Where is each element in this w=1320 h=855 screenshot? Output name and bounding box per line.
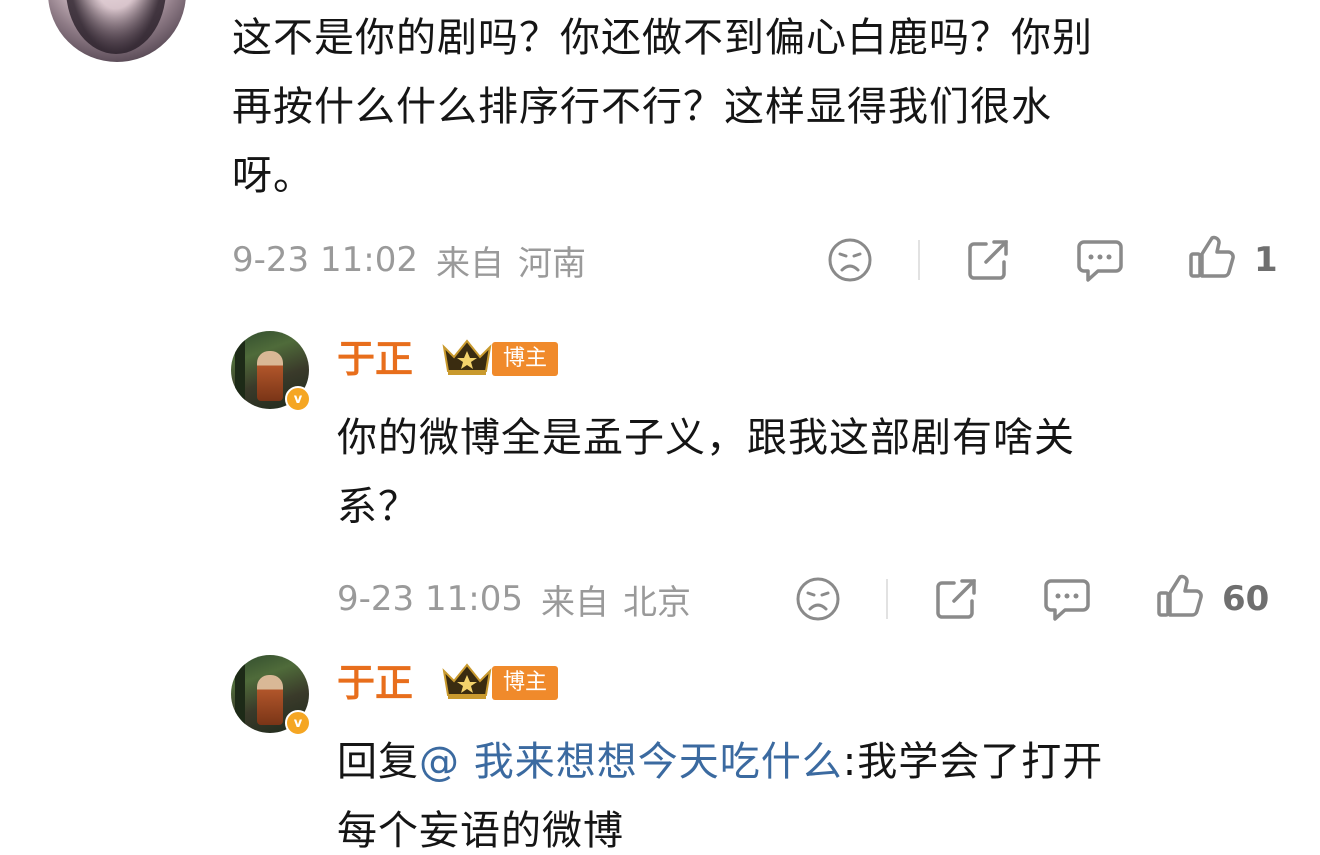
comment-location: 北京 <box>622 582 691 623</box>
share-icon[interactable] <box>932 575 980 623</box>
sad-face-icon[interactable] <box>794 575 842 623</box>
comment-body: 你的微博全是孟子义，跟我这部剧有啥关 系？ <box>337 404 1237 542</box>
comment-line: 回复@ 我来想想今天吃什么:我学会了打开 <box>337 728 1267 797</box>
comment-thread: 这不是你的剧吗？你还做不到偏心白鹿吗？你别 再按什么什么排序行不行？这样显得我们… <box>0 0 1320 855</box>
thumbs-up-icon[interactable] <box>1156 573 1204 621</box>
sad-face-icon[interactable] <box>826 236 874 284</box>
avatar-image <box>235 661 245 727</box>
comment-meta: 9-23 11:05 来自 北京 <box>337 574 691 624</box>
share-icon[interactable] <box>964 236 1012 284</box>
action-divider <box>886 579 888 619</box>
comment-location: 河南 <box>517 243 586 284</box>
comment-line: 呀。 <box>232 153 314 199</box>
comment-icon[interactable] <box>1076 238 1124 284</box>
comment-time: 9-23 11:05 <box>337 579 523 619</box>
comment-line: 你的微博全是孟子义，跟我这部剧有啥关 <box>337 415 1075 461</box>
comment-body: 这不是你的剧吗？你还做不到偏心白鹿吗？你别 再按什么什么排序行不行？这样显得我们… <box>232 4 1292 211</box>
crown-icon <box>442 663 492 699</box>
comment-line: 系？ <box>337 484 419 530</box>
reply-prefix: 回复 <box>337 739 419 785</box>
action-divider <box>918 240 920 280</box>
comment-body: 回复@ 我来想想今天吃什么:我学会了打开 每个妄语的微博 <box>337 728 1267 855</box>
username[interactable]: 于正 <box>337 658 413 708</box>
like-count: 60 <box>1222 579 1270 619</box>
thumbs-up-icon[interactable] <box>1188 234 1236 282</box>
from-label: 来自 <box>540 582 609 623</box>
comment-line: 每个妄语的微博 <box>337 808 624 854</box>
avatar-figure <box>257 675 283 725</box>
reply-text: :我学会了打开 <box>842 739 1104 785</box>
comment-time: 9-23 11:02 <box>232 240 418 280</box>
verified-badge: v <box>285 386 311 412</box>
avatar-image <box>235 337 245 403</box>
commenter-avatar[interactable] <box>48 0 186 62</box>
comment-line: 再按什么什么排序行不行？这样显得我们很水 <box>232 84 1052 130</box>
like-count: 1 <box>1254 240 1278 280</box>
crown-icon <box>442 339 492 375</box>
comment-line: 这不是你的剧吗？你还做不到偏心白鹿吗？你别 <box>232 15 1093 61</box>
comment-icon[interactable] <box>1043 577 1091 623</box>
comment-meta: 9-23 11:02 来自 河南 <box>232 235 586 285</box>
mention-link[interactable]: @ 我来想想今天吃什么 <box>419 739 843 785</box>
username[interactable]: 于正 <box>337 334 413 384</box>
avatar-image <box>66 0 166 54</box>
host-tag: 博主 <box>492 342 558 376</box>
host-tag: 博主 <box>492 666 558 700</box>
from-label: 来自 <box>435 243 504 284</box>
verified-badge: v <box>285 710 311 736</box>
avatar-figure <box>257 351 283 401</box>
